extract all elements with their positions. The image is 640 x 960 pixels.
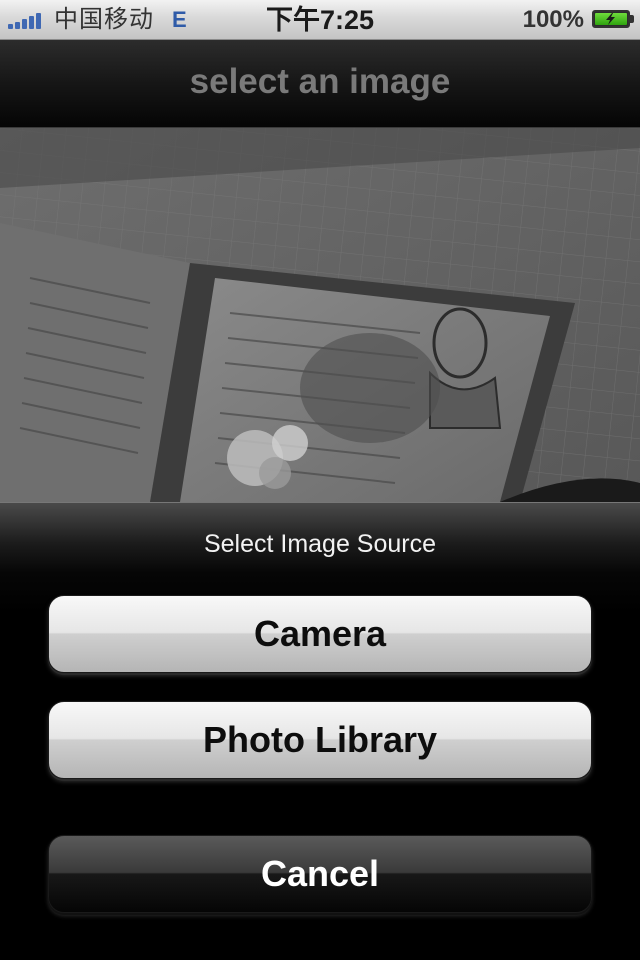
battery-percent: 100% (522, 6, 584, 33)
action-sheet-title: Select Image Source (203, 530, 437, 558)
screen: 中国移动 E 下午7:25 100% select an image Selec… (0, 0, 640, 960)
battery-tip (630, 15, 634, 23)
cancel-button[interactable]: Cancel (48, 835, 592, 913)
photo-library-button[interactable]: Photo Library (48, 701, 592, 779)
action-sheet: Select Image Source Camera Photo Library… (0, 502, 640, 960)
page-title: select an image (189, 62, 451, 101)
status-bar: 中国移动 E 下午7:25 100% (0, 0, 640, 40)
navigation-bar: select an image (0, 40, 640, 128)
battery-charging-icon (592, 10, 630, 28)
photo-preview-image (0, 128, 640, 502)
image-preview (0, 128, 640, 502)
camera-button[interactable]: Camera (48, 595, 592, 673)
